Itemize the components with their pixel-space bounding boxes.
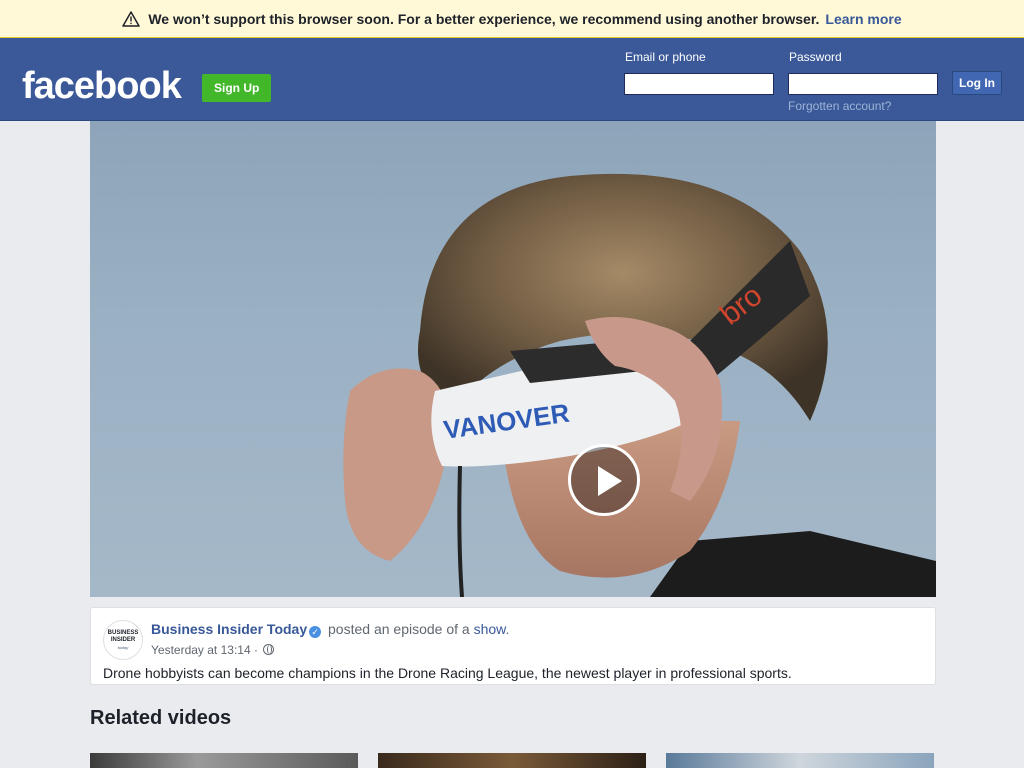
show-link[interactable]: show (474, 621, 506, 637)
related-video-thumbnail[interactable] (666, 753, 934, 768)
post-description: Drone hobbyists can become champions in … (103, 665, 792, 681)
post-card: BUSINESS INSIDER today Business Insider … (90, 607, 936, 685)
page-name-link[interactable]: Business Insider Today (151, 621, 307, 637)
forgotten-account-link[interactable]: Forgotten account? (788, 99, 891, 113)
play-button[interactable] (568, 444, 640, 516)
browser-warning-banner: We won’t support this browser soon. For … (0, 0, 1024, 38)
related-video-thumbnail[interactable] (90, 753, 358, 768)
facebook-logo[interactable]: facebook (22, 65, 182, 108)
top-navigation-bar: facebook Sign Up Email or phone Password… (0, 38, 1024, 121)
post-headline: Business Insider Today ✓ posted an episod… (151, 621, 509, 638)
video-thumbnail-image: bro VANOVER (343, 173, 936, 597)
avatar-text-line-2: INSIDER (110, 636, 136, 643)
post-meta: Yesterday at 13:14 · (151, 643, 275, 657)
page-avatar[interactable]: BUSINESS INSIDER today (103, 620, 143, 660)
learn-more-link[interactable]: Learn more (825, 11, 901, 27)
email-label: Email or phone (625, 50, 706, 64)
password-label: Password (789, 50, 842, 64)
warning-message: We won’t support this browser soon. For … (148, 10, 820, 27)
period: . (505, 621, 510, 637)
related-videos-heading: Related videos (90, 707, 232, 729)
related-video-thumbnail[interactable] (378, 753, 646, 768)
log-in-button[interactable]: Log In (952, 71, 1002, 95)
video-player[interactable]: bro VANOVER (90, 121, 936, 597)
warning-icon (122, 10, 141, 27)
meta-separator: · (253, 643, 258, 657)
verified-badge-icon: ✓ (309, 626, 322, 638)
post-action-text: posted an episode of a (328, 621, 470, 637)
globe-icon (263, 644, 275, 655)
avatar-text-line-3: today (117, 644, 129, 650)
sign-up-button[interactable]: Sign Up (202, 74, 272, 102)
password-field[interactable] (788, 73, 938, 95)
email-field[interactable] (624, 73, 774, 95)
post-timestamp[interactable]: Yesterday at 13:14 (151, 643, 251, 657)
avatar-text-line-1: BUSINESS (107, 629, 139, 636)
